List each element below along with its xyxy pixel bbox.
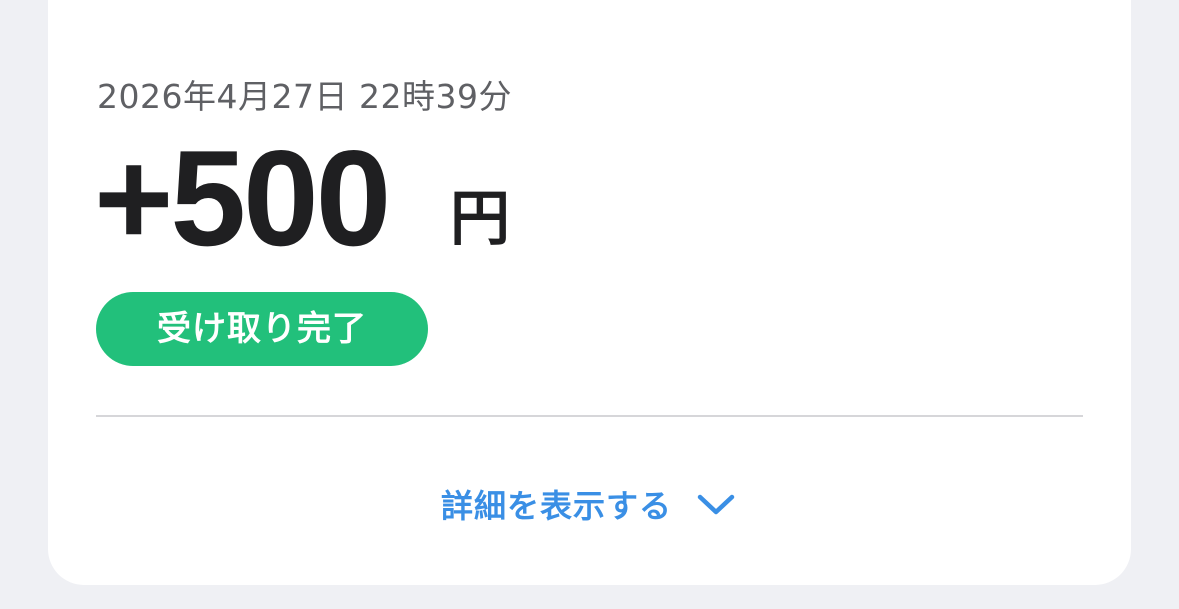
divider: [96, 415, 1083, 417]
status-badge: 受け取り完了: [96, 292, 428, 366]
transaction-datetime: 2026年4月27日 22時39分: [97, 77, 512, 116]
show-details-button[interactable]: 詳細を表示する: [441, 476, 736, 532]
currency-unit: 円: [450, 184, 510, 254]
transaction-amount: +500: [94, 122, 391, 274]
amount-row: +500 円: [94, 128, 510, 268]
show-details-label[interactable]: 詳細を表示する: [441, 481, 672, 527]
chevron-down-icon[interactable]: [696, 492, 736, 516]
